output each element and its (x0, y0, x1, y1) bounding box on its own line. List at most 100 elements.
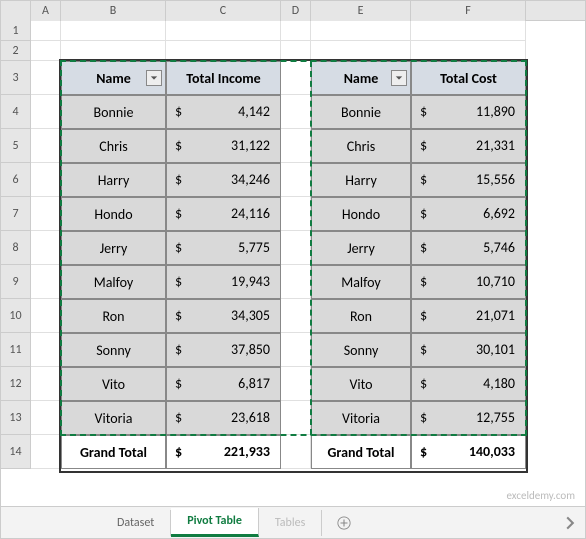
right-name-cell[interactable]: Chris (311, 129, 411, 163)
left-value-cell[interactable]: $34,305 (166, 299, 281, 333)
cell-C1[interactable] (166, 21, 281, 41)
right-value-cell[interactable]: $12,755 (411, 401, 526, 435)
left-value-cell[interactable]: $37,850 (166, 333, 281, 367)
cell-F1[interactable] (411, 21, 526, 41)
cell-blank[interactable] (31, 163, 61, 197)
left-name-cell[interactable]: Harry (61, 163, 166, 197)
left-name-cell[interactable]: Hondo (61, 197, 166, 231)
right-value-cell[interactable]: $11,890 (411, 95, 526, 129)
left-name-cell[interactable]: Malfoy (61, 265, 166, 299)
right-name-cell[interactable]: Vitoria (311, 401, 411, 435)
cell-D2[interactable] (281, 41, 311, 61)
left-name-cell[interactable]: Bonnie (61, 95, 166, 129)
cell-blank[interactable] (281, 265, 311, 299)
cell-B2[interactable] (61, 41, 166, 61)
right-name-cell[interactable]: Bonnie (311, 95, 411, 129)
tab-dataset[interactable]: Dataset (101, 510, 171, 536)
cell-blank[interactable] (31, 299, 61, 333)
cell-blank[interactable] (281, 333, 311, 367)
filter-dropdown-icon[interactable] (391, 70, 407, 86)
row-header-13[interactable]: 13 (1, 401, 31, 435)
cell-blank[interactable] (281, 367, 311, 401)
row-header-14[interactable]: 14 (1, 435, 31, 469)
select-all-corner[interactable] (1, 1, 31, 21)
cell-blank[interactable] (31, 231, 61, 265)
left-value-cell[interactable]: $23,618 (166, 401, 281, 435)
cell-F2[interactable] (411, 41, 526, 61)
cell-D14[interactable] (281, 435, 311, 469)
left-value-cell[interactable]: $34,246 (166, 163, 281, 197)
left-value-cell[interactable]: $4,142 (166, 95, 281, 129)
pivot-left-value-header[interactable]: Total Income (166, 61, 281, 95)
add-sheet-button[interactable] (330, 509, 358, 537)
right-value-cell[interactable]: $4,180 (411, 367, 526, 401)
row-header-2[interactable]: 2 (1, 41, 31, 61)
cell-A14[interactable] (31, 435, 61, 469)
cell-blank[interactable] (31, 129, 61, 163)
cell-E1[interactable] (311, 21, 411, 41)
cell-blank[interactable] (281, 95, 311, 129)
left-value-cell[interactable]: $24,116 (166, 197, 281, 231)
cell-blank[interactable] (281, 401, 311, 435)
cell-blank[interactable] (31, 265, 61, 299)
col-header-D[interactable]: D (281, 1, 311, 21)
right-name-cell[interactable]: Hondo (311, 197, 411, 231)
cell-A1[interactable] (31, 21, 61, 41)
col-header-E[interactable]: E (311, 1, 411, 21)
cell-D1[interactable] (281, 21, 311, 41)
right-name-cell[interactable]: Malfoy (311, 265, 411, 299)
right-value-cell[interactable]: $21,331 (411, 129, 526, 163)
right-value-cell[interactable]: $10,710 (411, 265, 526, 299)
left-name-cell[interactable]: Sonny (61, 333, 166, 367)
tab-pivot-table[interactable]: Pivot Table (171, 508, 259, 537)
row-header-7[interactable]: 7 (1, 197, 31, 231)
right-name-cell[interactable]: Sonny (311, 333, 411, 367)
cell-E2[interactable] (311, 41, 411, 61)
right-name-cell[interactable]: Vito (311, 367, 411, 401)
right-value-cell[interactable]: $6,692 (411, 197, 526, 231)
cell-blank[interactable] (31, 197, 61, 231)
left-name-cell[interactable]: Jerry (61, 231, 166, 265)
scroll-right-icon[interactable] (563, 516, 577, 530)
cell-blank[interactable] (281, 197, 311, 231)
filter-dropdown-icon[interactable] (146, 70, 162, 86)
right-total-label[interactable]: Grand Total (311, 435, 411, 469)
cell-blank[interactable] (31, 95, 61, 129)
left-total-value[interactable]: $221,933 (166, 435, 281, 469)
cell-blank[interactable] (281, 231, 311, 265)
pivot-right-value-header[interactable]: Total Cost (411, 61, 526, 95)
left-value-cell[interactable]: $5,775 (166, 231, 281, 265)
cell-A2[interactable] (31, 41, 61, 61)
cell-blank[interactable] (31, 367, 61, 401)
row-header-12[interactable]: 12 (1, 367, 31, 401)
left-name-cell[interactable]: Vito (61, 367, 166, 401)
left-total-label[interactable]: Grand Total (61, 435, 166, 469)
pivot-right-name-header[interactable]: Name (311, 61, 411, 95)
right-value-cell[interactable]: $30,101 (411, 333, 526, 367)
cell-C2[interactable] (166, 41, 281, 61)
left-value-cell[interactable]: $19,943 (166, 265, 281, 299)
cell-D3[interactable] (281, 61, 311, 95)
cell-blank[interactable] (31, 333, 61, 367)
left-name-cell[interactable]: Chris (61, 129, 166, 163)
row-header-11[interactable]: 11 (1, 333, 31, 367)
row-header-3[interactable]: 3 (1, 61, 31, 95)
cell-blank[interactable] (31, 401, 61, 435)
cell-B1[interactable] (61, 21, 166, 41)
cell-blank[interactable] (281, 129, 311, 163)
row-header-5[interactable]: 5 (1, 129, 31, 163)
tab-tables[interactable]: Tables (259, 510, 322, 536)
right-total-value[interactable]: $140,033 (411, 435, 526, 469)
row-header-4[interactable]: 4 (1, 95, 31, 129)
cell-blank[interactable] (281, 299, 311, 333)
right-value-cell[interactable]: $5,746 (411, 231, 526, 265)
pivot-left-name-header[interactable]: Name (61, 61, 166, 95)
col-header-A[interactable]: A (31, 1, 61, 21)
col-header-B[interactable]: B (61, 1, 166, 21)
left-name-cell[interactable]: Vitoria (61, 401, 166, 435)
left-value-cell[interactable]: $6,817 (166, 367, 281, 401)
right-name-cell[interactable]: Harry (311, 163, 411, 197)
right-value-cell[interactable]: $21,071 (411, 299, 526, 333)
right-value-cell[interactable]: $15,556 (411, 163, 526, 197)
col-header-C[interactable]: C (166, 1, 281, 21)
